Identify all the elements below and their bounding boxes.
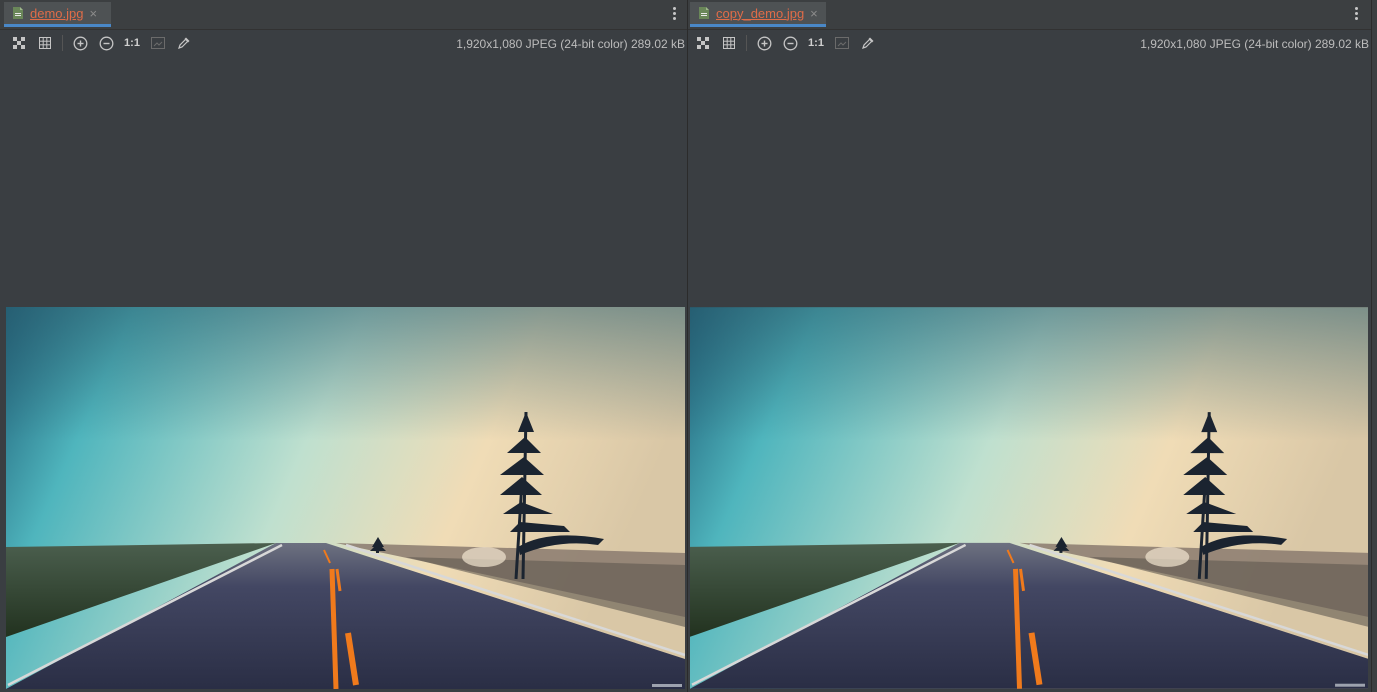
zoom-out-icon[interactable] [93, 30, 119, 56]
tab-bar: demo.jpg × [0, 0, 687, 30]
grid-icon[interactable] [32, 30, 58, 56]
fit-zoom-icon[interactable] [145, 30, 171, 56]
image-file-icon [698, 6, 710, 20]
tab-copy-demo-jpg[interactable]: copy_demo.jpg × [690, 2, 826, 27]
color-picker-icon[interactable] [171, 30, 197, 56]
zoom-in-icon[interactable] [751, 30, 777, 56]
image-editor-right: copy_demo.jpg × 1:1 1,920x1,080 JPEG (24… [688, 0, 1371, 692]
tab-label: copy_demo.jpg [716, 5, 805, 21]
road-landscape-image [690, 307, 1368, 689]
image-info: 1,920x1,080 JPEG (24-bit color) 289.02 k… [456, 37, 685, 51]
zoom-in-icon[interactable] [67, 30, 93, 56]
scrollbar-strip[interactable] [1371, 0, 1377, 692]
image-file-icon [12, 6, 24, 20]
actual-size-label: 1:1 [808, 37, 824, 49]
road-landscape-image [6, 307, 685, 689]
grid-icon[interactable] [716, 30, 742, 56]
image-info: 1,920x1,080 JPEG (24-bit color) 289.02 k… [1140, 37, 1369, 51]
toolbar-separator [746, 35, 747, 51]
chessboard-icon[interactable] [6, 30, 32, 56]
fit-zoom-icon[interactable] [829, 30, 855, 56]
actual-size-button[interactable]: 1:1 [803, 30, 829, 56]
image-preview [6, 307, 685, 689]
tab-label: demo.jpg [30, 5, 84, 21]
image-preview [690, 307, 1368, 689]
zoom-out-icon[interactable] [777, 30, 803, 56]
actual-size-button[interactable]: 1:1 [119, 30, 145, 56]
actual-size-label: 1:1 [124, 37, 140, 49]
toolbar-separator [62, 35, 63, 51]
close-icon[interactable]: × [89, 7, 97, 20]
tab-demo-jpg[interactable]: demo.jpg × [4, 2, 111, 27]
image-editor-left: demo.jpg × 1:1 1,920x1,080 JPEG (24-bit … [0, 0, 687, 692]
chessboard-icon[interactable] [690, 30, 716, 56]
tab-bar: copy_demo.jpg × [688, 0, 1371, 30]
more-options-icon[interactable] [673, 7, 677, 21]
close-icon[interactable]: × [810, 7, 818, 20]
color-picker-icon[interactable] [855, 30, 881, 56]
more-options-icon[interactable] [1355, 7, 1359, 21]
